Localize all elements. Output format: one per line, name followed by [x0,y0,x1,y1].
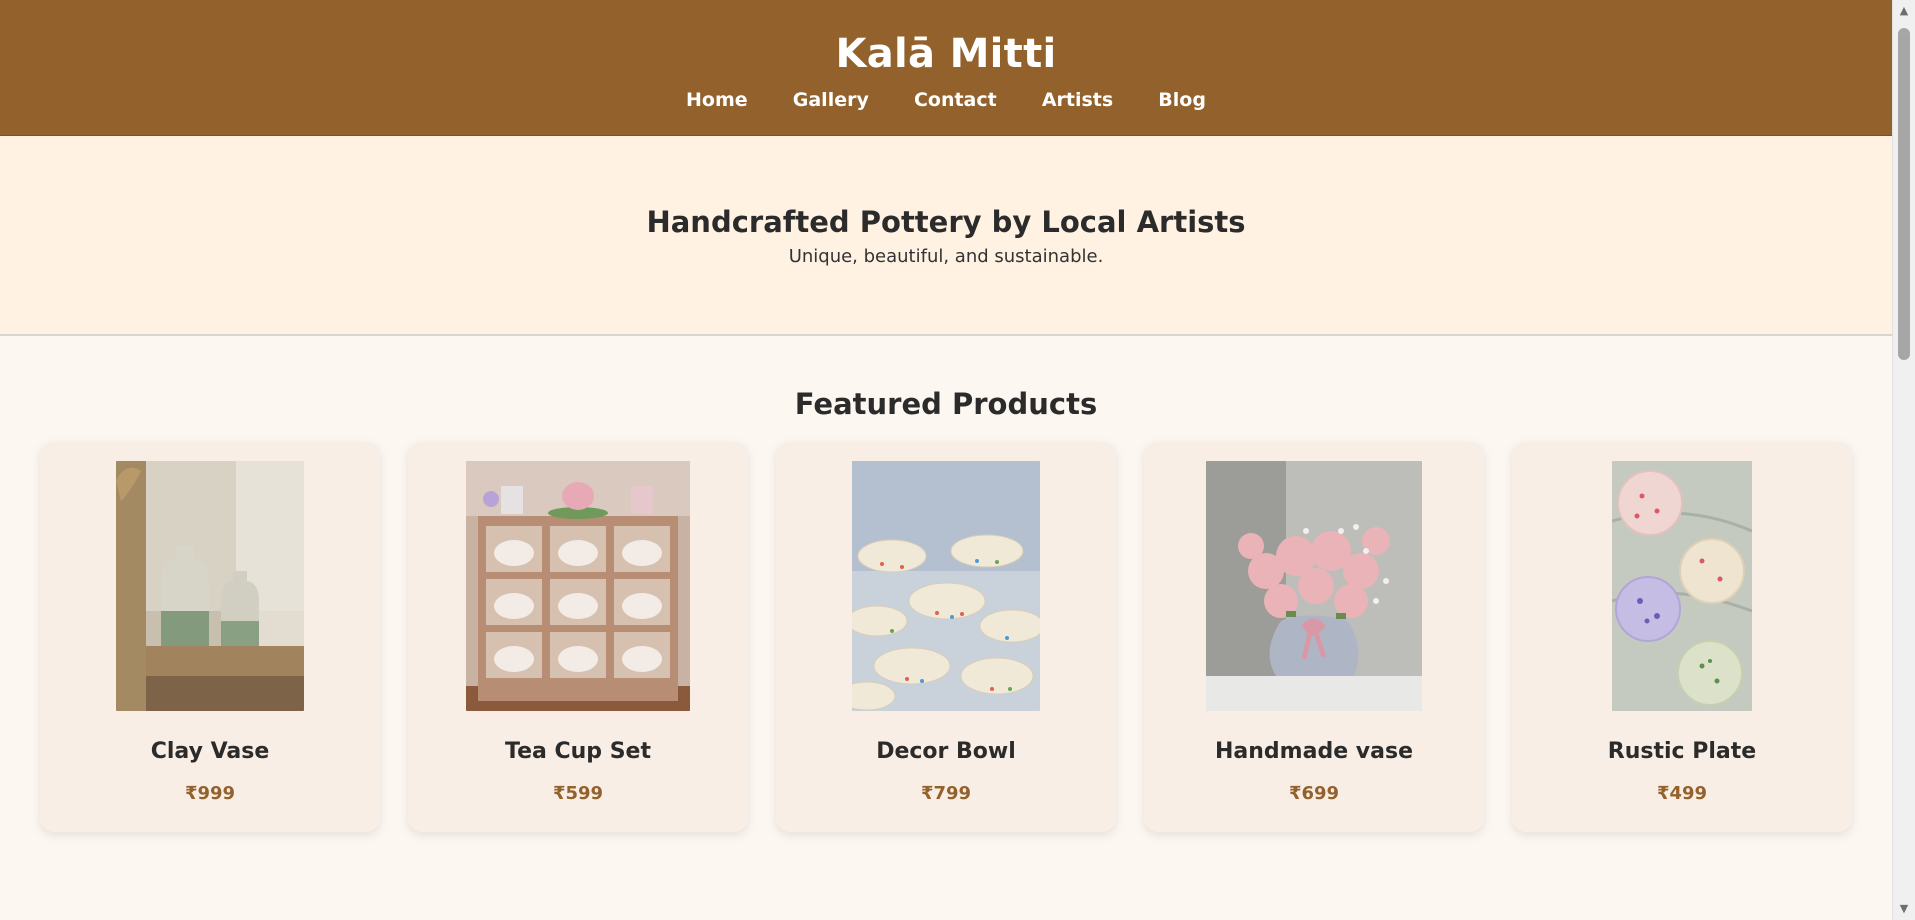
product-name: Tea Cup Set [504,739,651,764]
product-name: Handmade vase [1215,739,1413,764]
nav-gallery-link[interactable]: Gallery [793,88,869,112]
nav-home-link[interactable]: Home [686,88,748,112]
handmade-vase-image[interactable] [1206,461,1422,711]
product-card-tea-cup-set[interactable]: Tea Cup Set ₹599 [408,442,748,832]
hero-subtitle: Unique, beautiful, and sustainable. [788,246,1104,267]
brand-title: Kalā Mitti [835,31,1057,77]
scroll-down-icon[interactable]: ▼ [1893,898,1915,920]
nav-artists-link[interactable]: Artists [1042,88,1113,112]
tea-cup-set-image[interactable] [466,461,690,711]
decor-bowl-image[interactable] [852,461,1040,711]
featured-products-section: Featured Products Clay Vase ₹999 Tea Cup… [0,336,1892,832]
product-grid: Clay Vase ₹999 Tea Cup Set ₹599 Decor Bo… [0,442,1892,832]
rustic-plate-image[interactable] [1612,461,1752,711]
product-card-decor-bowl[interactable]: Decor Bowl ₹799 [776,442,1116,832]
product-name: Clay Vase [150,739,270,764]
product-card-clay-vase[interactable]: Clay Vase ₹999 [40,442,380,832]
product-price: ₹499 [1656,783,1708,804]
hero-section: Handcrafted Pottery by Local Artists Uni… [0,136,1892,336]
product-name: Decor Bowl [876,739,1016,764]
product-card-handmade-vase[interactable]: Handmade vase ₹699 [1144,442,1484,832]
main-nav: Home Gallery Contact Artists Blog [0,88,1892,112]
clay-vase-image[interactable] [116,461,304,711]
site-header: Kalā Mitti Home Gallery Contact Artists … [0,0,1892,136]
nav-blog-link[interactable]: Blog [1158,88,1206,112]
product-name: Rustic Plate [1607,739,1757,764]
vertical-scrollbar[interactable]: ▲ ▼ [1892,0,1915,920]
product-price: ₹699 [1288,783,1340,804]
product-price: ₹999 [184,783,236,804]
page: Kalā Mitti Home Gallery Contact Artists … [0,0,1892,920]
product-price: ₹799 [920,783,972,804]
featured-products-heading: Featured Products [794,387,1098,421]
product-card-rustic-plate[interactable]: Rustic Plate ₹499 [1512,442,1852,832]
scroll-up-icon[interactable]: ▲ [1893,0,1915,22]
product-price: ₹599 [552,783,604,804]
hero-title: Handcrafted Pottery by Local Artists [646,205,1246,239]
scrollbar-thumb[interactable] [1898,28,1910,360]
nav-contact-link[interactable]: Contact [914,88,997,112]
